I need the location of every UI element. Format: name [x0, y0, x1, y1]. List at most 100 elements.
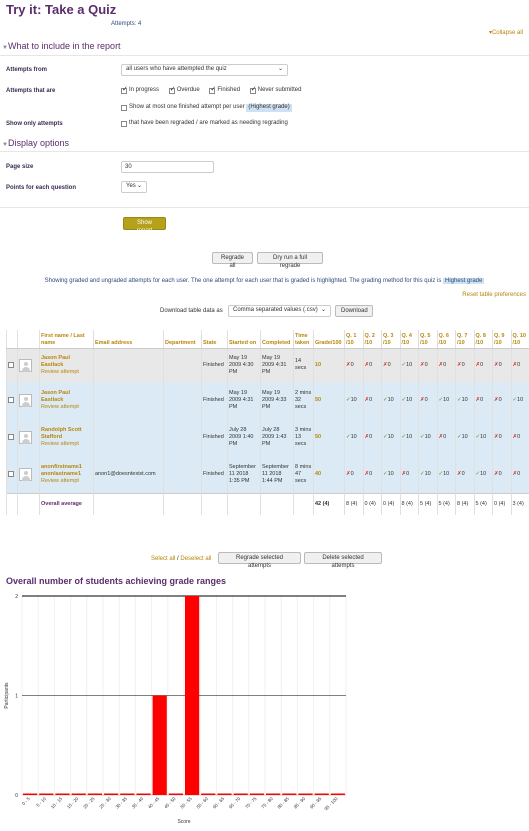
checkbox[interactable] [249, 86, 257, 95]
avatar[interactable] [19, 394, 32, 407]
checkbox[interactable] [121, 86, 128, 95]
state-never-submitted[interactable]: Never submitted [249, 86, 301, 95]
grade-link[interactable]: 50 [313, 419, 345, 456]
col-q5[interactable]: Q. 5 /10 [418, 330, 437, 349]
checkbox[interactable] [168, 86, 176, 95]
question-mark-cell[interactable]: ✗0 [473, 382, 493, 419]
col-q9[interactable]: Q. 9 /10 [492, 330, 511, 349]
question-mark-cell[interactable]: ✓10 [381, 419, 400, 456]
question-mark-cell[interactable]: ✓10 [381, 382, 400, 419]
review-attempt-link[interactable]: Review attempt [41, 404, 92, 411]
user-name-link[interactable]: anonfirstname1 anonlastname1 [41, 464, 92, 478]
question-mark-cell[interactable]: ✗0 [344, 456, 363, 493]
user-name-link[interactable]: Jason Paul Eastlack [41, 390, 92, 404]
question-mark-cell[interactable]: ✓10 [399, 348, 419, 382]
grade-link[interactable]: 10 [313, 348, 345, 382]
col-state[interactable]: State [201, 330, 228, 349]
avatar[interactable] [19, 358, 32, 372]
col-email[interactable]: Email address [93, 330, 164, 349]
attempts-from-select[interactable]: all users who have attempted the quiz ⌄ [121, 64, 288, 76]
deselect-all-link[interactable]: Deselect all [180, 556, 211, 562]
col-name[interactable]: First name / Last name [39, 330, 94, 349]
question-mark-cell[interactable]: ✗0 [473, 348, 493, 382]
regrade-all-button[interactable]: Regrade all [212, 252, 253, 269]
attempts-count-link[interactable]: Attempts: 4 [111, 21, 141, 29]
question-mark-cell[interactable]: ✓10 [473, 456, 493, 493]
question-mark-cell[interactable]: ✓10 [399, 382, 419, 419]
question-mark-cell[interactable]: ✓10 [436, 456, 456, 493]
row-checkbox[interactable] [8, 396, 14, 403]
question-mark-cell[interactable]: ✗0 [418, 348, 437, 382]
display-section-header[interactable]: ▼Display options [2, 138, 69, 150]
question-mark-cell[interactable]: ✓10 [436, 382, 456, 419]
col-time[interactable]: Time taken [293, 330, 314, 349]
delete-selected-button[interactable]: Delete selected attempts [304, 552, 382, 569]
state-finished[interactable]: Finished [209, 86, 240, 95]
question-mark-cell[interactable]: ✗0 [455, 348, 474, 382]
question-mark-cell[interactable]: ✗0 [362, 456, 382, 493]
question-mark-cell[interactable]: ✗0 [436, 419, 456, 456]
row-checkbox[interactable] [8, 433, 14, 440]
user-name-link[interactable]: Jason Paul Eastlack [41, 355, 92, 369]
question-mark-cell[interactable]: ✓10 [510, 382, 529, 419]
state-in-progress[interactable]: In progress [121, 86, 159, 95]
dry-run-regrade-button[interactable]: Dry run a full regrade [257, 252, 323, 269]
show-only-regraded-option[interactable]: that have been regraded / are marked as … [121, 120, 296, 130]
col-grade[interactable]: Grade/100 [313, 330, 345, 349]
avatar[interactable] [19, 431, 32, 444]
review-attempt-link[interactable]: Review attempt [41, 478, 92, 485]
user-name-link[interactable]: Randolph Scott Stafford [41, 427, 92, 441]
grade-link[interactable]: 50 [313, 382, 345, 419]
marks-select[interactable]: Yes ⌄ [121, 181, 147, 193]
question-mark-cell[interactable]: ✗0 [510, 419, 529, 456]
review-attempt-link[interactable]: Review attempt [41, 441, 92, 448]
col-started[interactable]: Started on [227, 330, 261, 349]
reset-table-preferences-link[interactable]: Reset table preferences [462, 292, 526, 300]
question-mark-cell[interactable]: ✓10 [344, 419, 363, 456]
question-mark-cell[interactable]: ✗0 [418, 382, 437, 419]
question-mark-cell[interactable]: ✓10 [399, 419, 419, 456]
question-mark-cell[interactable]: ✓10 [473, 419, 493, 456]
download-format-select[interactable]: Comma separated values (.csv) ⌄ [228, 305, 331, 317]
col-q3[interactable]: Q. 3 /10 [381, 330, 400, 349]
question-mark-cell[interactable]: ✓10 [344, 382, 363, 419]
row-checkbox[interactable] [8, 361, 14, 368]
grade-link[interactable]: 40 [313, 456, 345, 493]
col-q1[interactable]: Q. 1 /10 [344, 330, 363, 349]
question-mark-cell[interactable]: ✓10 [455, 419, 474, 456]
collapse-all-link[interactable]: ▾Collapse all [489, 30, 523, 38]
question-mark-cell[interactable]: ✗0 [492, 348, 511, 382]
question-mark-cell[interactable]: ✗0 [381, 348, 400, 382]
question-mark-cell[interactable]: ✗0 [510, 456, 529, 493]
col-q7[interactable]: Q. 7 /10 [455, 330, 474, 349]
col-q8[interactable]: Q. 8 /10 [473, 330, 493, 349]
question-mark-cell[interactable]: ✓10 [418, 456, 437, 493]
col-q4[interactable]: Q. 4 /10 [399, 330, 419, 349]
show-one-attempt-option[interactable]: Show at most one finished attempt per us… [121, 104, 300, 114]
col-department[interactable]: Department [163, 330, 202, 349]
question-mark-cell[interactable]: ✗0 [436, 348, 456, 382]
report-section-header[interactable]: ▼What to include in the report [2, 41, 121, 53]
select-all-link[interactable]: Select all [151, 556, 175, 562]
col-q10[interactable]: Q. 10 /10 [510, 330, 529, 349]
question-mark-cell[interactable]: ✗0 [344, 348, 363, 382]
question-mark-cell[interactable]: ✓10 [418, 419, 437, 456]
page-size-input[interactable]: 30 [121, 161, 214, 173]
review-attempt-link[interactable]: Review attempt [41, 369, 92, 376]
question-mark-cell[interactable]: ✗0 [455, 456, 474, 493]
col-q2[interactable]: Q. 2 /10 [362, 330, 382, 349]
question-mark-cell[interactable]: ✗0 [492, 382, 511, 419]
col-completed[interactable]: Completed [260, 330, 294, 349]
regraded-checkbox[interactable] [121, 120, 127, 127]
question-mark-cell[interactable]: ✗0 [362, 382, 382, 419]
show-one-checkbox[interactable] [121, 104, 127, 111]
checkbox[interactable] [209, 86, 216, 95]
question-mark-cell[interactable]: ✓10 [381, 456, 400, 493]
question-mark-cell[interactable]: ✗0 [492, 419, 511, 456]
download-button[interactable]: Download [335, 305, 373, 317]
question-mark-cell[interactable]: ✗0 [492, 456, 511, 493]
state-overdue[interactable]: Overdue [168, 86, 200, 95]
avatar[interactable] [19, 467, 32, 481]
question-mark-cell[interactable]: ✗0 [362, 419, 382, 456]
col-q6[interactable]: Q. 6 /10 [436, 330, 456, 349]
